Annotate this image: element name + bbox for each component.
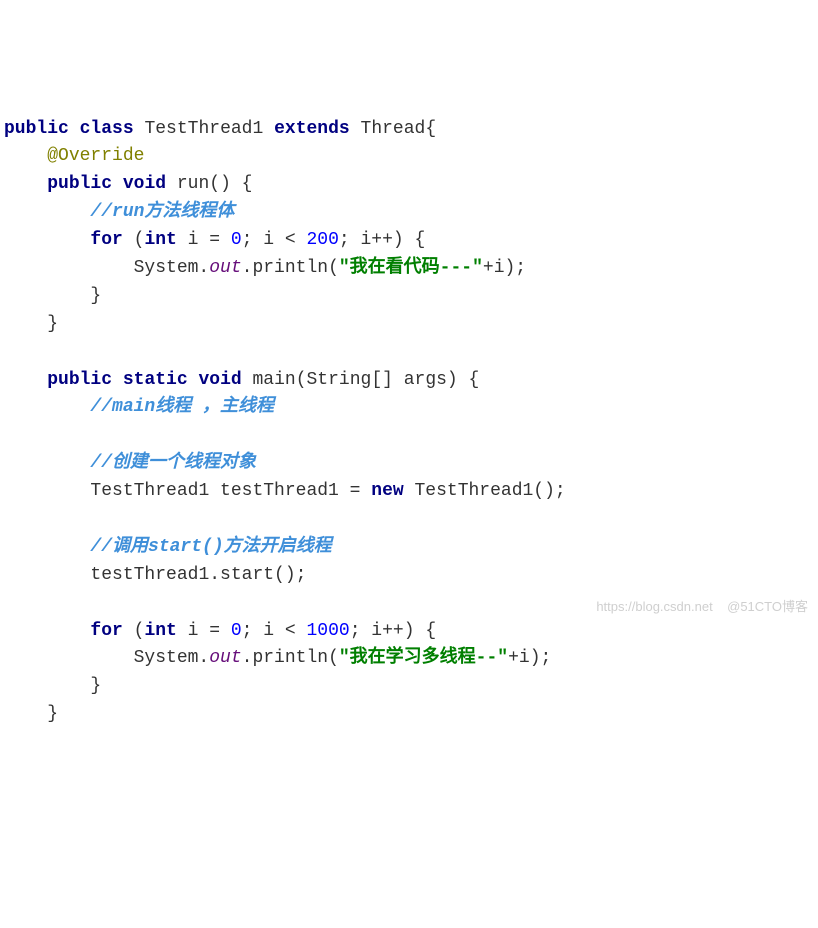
method-name: run() {	[177, 174, 253, 194]
brace: }	[47, 704, 58, 724]
number: 1000	[306, 621, 349, 641]
field: out	[209, 258, 241, 278]
keyword: static	[123, 370, 188, 390]
text: System.	[134, 648, 210, 668]
number: 200	[306, 230, 338, 250]
text: TestThread1();	[404, 481, 566, 501]
text: +i);	[508, 648, 551, 668]
comment: //main线程 ，主线程	[90, 397, 274, 417]
text: TestThread1 testThread1 =	[90, 481, 371, 501]
text: System.	[134, 258, 210, 278]
code-block: public class TestThread1 extends Thread{…	[4, 116, 814, 730]
keyword: public	[47, 174, 112, 194]
keyword: int	[144, 230, 176, 250]
keyword: class	[80, 119, 134, 139]
brace: }	[90, 676, 101, 696]
keyword: void	[123, 174, 166, 194]
keyword: for	[90, 230, 122, 250]
text: ; i <	[242, 621, 307, 641]
annotation: @Override	[47, 146, 144, 166]
keyword: public	[47, 370, 112, 390]
string: "我在学习多线程--"	[339, 648, 508, 668]
text: ; i <	[242, 230, 307, 250]
comment: //调用start()方法开启线程	[90, 537, 331, 557]
keyword: public	[4, 119, 69, 139]
text: testThread1.start();	[90, 565, 306, 585]
string: "我在看代码---"	[339, 258, 483, 278]
keyword: new	[371, 481, 403, 501]
text: +i);	[483, 258, 526, 278]
brace: }	[47, 314, 58, 334]
text: (	[123, 621, 145, 641]
text: (	[123, 230, 145, 250]
keyword: for	[90, 621, 122, 641]
text: ; i++) {	[339, 230, 425, 250]
number: 0	[231, 230, 242, 250]
class-name: TestThread1	[144, 119, 263, 139]
superclass: Thread{	[361, 119, 437, 139]
comment: //run方法线程体	[90, 202, 234, 222]
watermark: https://blog.csdn.net @51CTO博客	[596, 597, 808, 617]
brace: }	[90, 286, 101, 306]
keyword: extends	[274, 119, 350, 139]
keyword: int	[144, 621, 176, 641]
number: 0	[231, 621, 242, 641]
comment: //创建一个线程对象	[90, 453, 256, 473]
text: ; i++) {	[350, 621, 436, 641]
text: .println(	[242, 648, 339, 668]
text: .println(	[242, 258, 339, 278]
text: i =	[177, 621, 231, 641]
field: out	[209, 648, 241, 668]
text: i =	[177, 230, 231, 250]
keyword: void	[198, 370, 241, 390]
method-name: main(String[] args) {	[253, 370, 480, 390]
